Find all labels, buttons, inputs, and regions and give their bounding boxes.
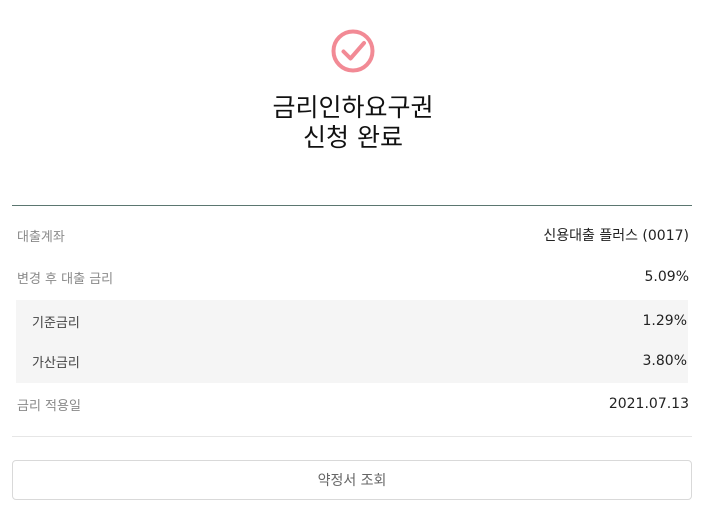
base-rate-label: 기준금리 bbox=[32, 315, 80, 331]
page-title-line-2: 신청 완료 bbox=[303, 123, 403, 152]
bottom-divider bbox=[12, 436, 692, 437]
check-circle-icon bbox=[331, 29, 375, 73]
rate-cut-request-complete-page: 금리인하요구권 신청 완료 대출계좌 신용대출 플러스 (0017) 변경 후 … bbox=[0, 0, 706, 528]
added-rate-row: 가산금리 3.80% bbox=[16, 349, 688, 373]
added-rate-label: 가산금리 bbox=[32, 355, 80, 371]
top-divider bbox=[12, 205, 692, 206]
added-rate-value: 3.80% bbox=[642, 353, 687, 369]
view-contract-button[interactable]: 약정서 조회 bbox=[12, 460, 692, 500]
loan-account-label: 대출계좌 bbox=[17, 229, 65, 245]
base-rate-row: 기준금리 1.29% bbox=[16, 309, 688, 333]
loan-account-row: 대출계좌 신용대출 플러스 (0017) bbox=[12, 223, 692, 247]
apply-date-value: 2021.07.13 bbox=[608, 396, 689, 412]
loan-account-value: 신용대출 플러스 (0017) bbox=[543, 228, 689, 244]
changed-rate-label: 변경 후 대출 금리 bbox=[17, 271, 114, 287]
apply-date-row: 금리 적용일 2021.07.13 bbox=[12, 392, 692, 416]
changed-rate-value: 5.09% bbox=[644, 269, 689, 285]
apply-date-label: 금리 적용일 bbox=[17, 398, 81, 414]
page-title: 금리인하요구권 신청 완료 bbox=[0, 93, 706, 153]
rate-breakdown-box: 기준금리 1.29% 가산금리 3.80% bbox=[16, 300, 688, 383]
base-rate-value: 1.29% bbox=[642, 313, 687, 329]
page-title-line-1: 금리인하요구권 bbox=[272, 93, 434, 122]
changed-rate-row: 변경 후 대출 금리 5.09% bbox=[12, 265, 692, 289]
